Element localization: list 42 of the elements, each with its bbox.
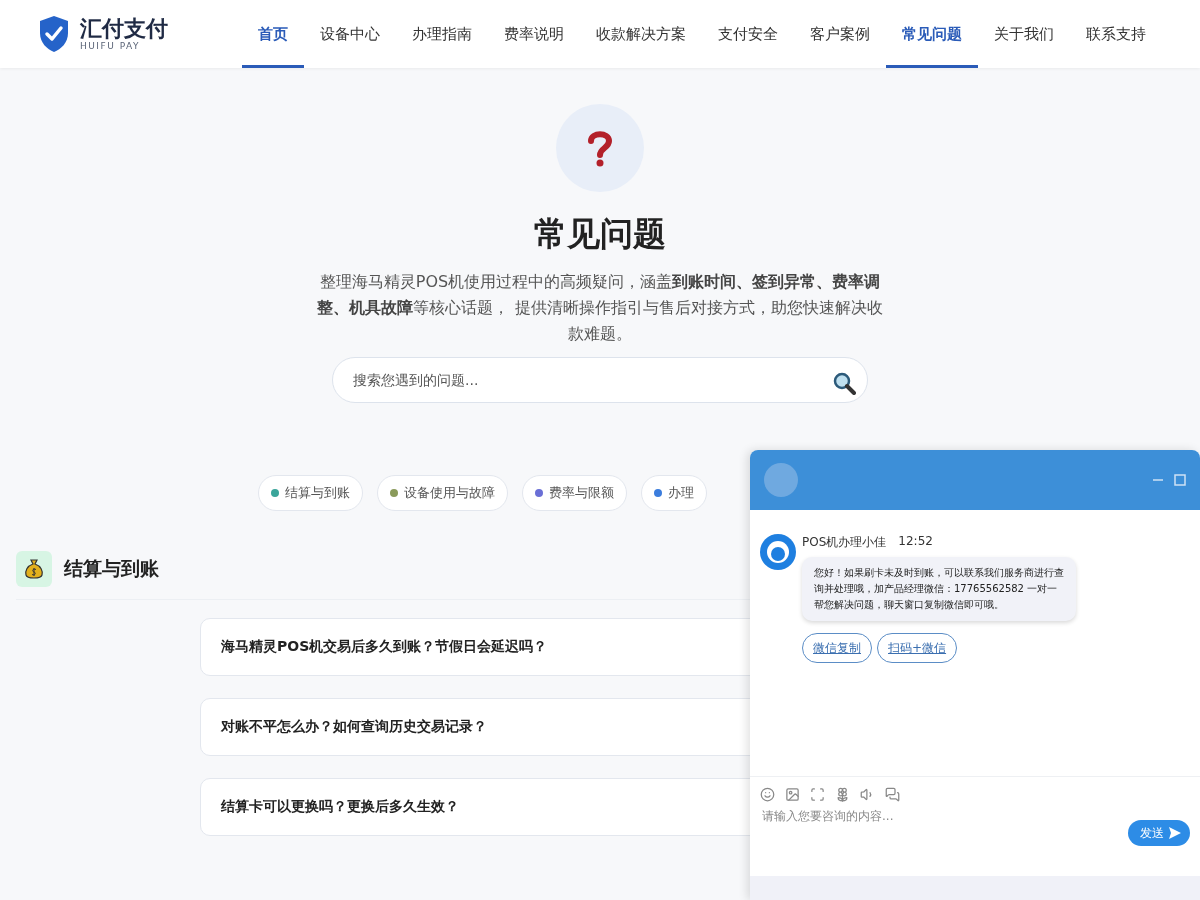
screenshot-icon[interactable] [810,787,825,802]
nav-link[interactable]: 常见问题 [886,0,978,68]
brand-tagline: HUIFU PAY [80,41,141,52]
page-title: 常见问题 [534,213,666,255]
category-chip[interactable]: 结算与到账 [258,475,363,511]
agent-name: POS机办理小佳 [802,534,887,551]
nav-link[interactable]: 客户案例 [794,0,886,68]
nav-link[interactable]: 关于我们 [978,0,1070,68]
category-label: 结算与到账 [285,484,350,502]
agent-avatar [760,534,796,570]
chat-bubbles-icon[interactable] [885,787,900,802]
money-bag-icon [16,551,52,587]
chat-message: 您好！如果刷卡未及时到账，可以联系我们服务商进行查询并处理哦，加产品经理微信：17765562582 一对一帮您解决问题，聊天窗口复制微信即可哦。 [802,557,1076,621]
category-label: 办理 [668,484,694,502]
quick-reply-button[interactable]: 扫码+微信 [877,633,958,663]
send-button[interactable]: 发送 [1128,820,1190,846]
category-chip[interactable]: 费率与限额 [522,475,627,511]
brand-name: 汇付支付 [80,16,168,42]
nav-link[interactable]: 费率说明 [488,0,580,68]
flower-icon[interactable] [835,787,850,802]
nav-link[interactable]: 联系支持 [1070,0,1162,68]
image-icon[interactable] [785,787,800,802]
page-description: 整理海马精灵POS机使用过程中的高频疑问，涵盖到账时间、签到异常、费率调整、机具故障等核心话题， 提供清晰操作指引与售后对接方式，助您快速解决收款难题。 [316,271,884,345]
search-icon[interactable] [832,371,856,395]
maximize-icon[interactable] [1174,474,1186,486]
shield-check-icon [38,15,70,53]
nav-link[interactable]: 办理指南 [396,0,488,68]
agent-avatar [764,463,798,497]
search-field[interactable]: 搜索您遇到的问题... [332,357,868,403]
nav-link[interactable]: 设备中心 [304,0,396,68]
category-label: 设备使用与故障 [404,484,495,502]
send-icon [1168,826,1182,840]
nav-link[interactable]: 首页 [242,0,304,68]
category-label: 费率与限额 [549,484,614,502]
category-chip[interactable]: 设备使用与故障 [377,475,508,511]
section-title: 结算与到账 [64,556,159,581]
message-time: 12:52 [898,534,933,550]
nav-link[interactable]: 支付安全 [702,0,794,68]
emoji-icon[interactable] [760,787,775,802]
quick-reply-button[interactable]: 微信复制 [802,633,872,663]
nav-link[interactable]: 收款解决方案 [580,0,702,68]
category-chip[interactable]: 办理 [641,475,707,511]
